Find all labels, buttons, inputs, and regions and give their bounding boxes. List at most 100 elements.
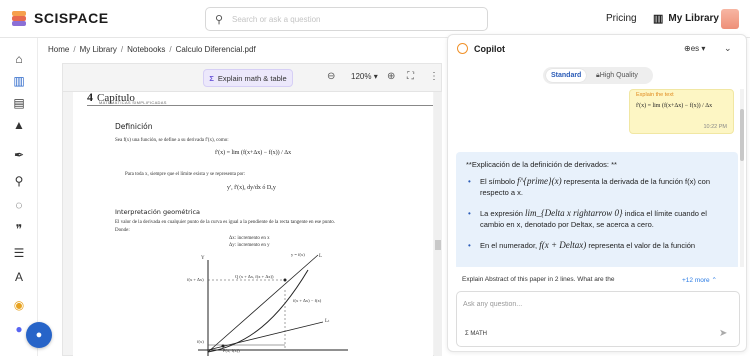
pdf-viewer: Σ Explain math & table ⊖ 120% ▾ ⊕ ⛶ ⋮ 4C… — [62, 63, 442, 356]
math-toggle[interactable]: Σ MATH — [465, 331, 487, 337]
chat-scrollbar[interactable] — [739, 89, 745, 267]
graph-label-diff: f(x + Δx) − f(x) — [293, 298, 322, 303]
chat-scroll-thumb[interactable] — [740, 109, 744, 161]
user-icon: ● — [35, 329, 43, 341]
search-input[interactable] — [232, 11, 477, 27]
paragraph-3: El valor de la derivada en cualquier pun… — [115, 220, 336, 225]
more-suggestions-label: +12 more — [682, 277, 710, 284]
chrome-icon[interactable]: ◉ — [9, 296, 29, 314]
list-item: La expresión lim_{Delta x rightarrow 0} … — [468, 208, 730, 230]
sigma-icon: Σ — [209, 73, 214, 83]
chapter-number: 4 — [87, 92, 93, 104]
app-root: SCISPACE ⚲ Pricing ▥ My Library ⌂ ▥ ▤ ▲ ✒ ⚲ ◌ ❞… — [0, 0, 750, 356]
list-item: En el numerador, f(x + Deltax) represent… — [468, 240, 730, 251]
language-select[interactable]: ⊕es ▾ — [684, 44, 705, 53]
my-library-button[interactable]: ▥ My Library — [653, 12, 719, 25]
list-icon[interactable]: ☰ — [9, 244, 29, 262]
search-icon[interactable]: ⚲ — [9, 172, 29, 190]
chat-icon[interactable]: ◌ — [9, 196, 29, 214]
send-icon[interactable]: ➤ — [719, 328, 727, 339]
quote-icon[interactable]: ❞ — [9, 220, 29, 238]
chat-thread: Explain the text f'(x) = lim (f(x+Δx) − … — [456, 89, 738, 267]
more-suggestions-button[interactable]: +12 more ⌃ — [682, 276, 717, 284]
paragraph-1: Sea f(x) una función, se define a su der… — [115, 138, 229, 143]
viewer-scroll-thumb[interactable] — [435, 240, 441, 250]
formula-2: y', f'(x), dy/dx ó Dₓy — [227, 185, 276, 191]
question-input[interactable] — [463, 298, 703, 310]
copilot-title: Copilot — [474, 44, 505, 54]
user-message: Explain the text f'(x) = lim (f(x+Δx) − … — [629, 89, 734, 134]
library-icon[interactable]: ▥ — [9, 72, 29, 90]
list-item: El símbolo f^{prime}(x) representa la de… — [468, 176, 730, 198]
section-definicion: Definición — [115, 122, 153, 131]
graph-label-L: L — [319, 254, 323, 259]
viewer-toolbar: Σ Explain math & table ⊖ 120% ▾ ⊕ ⛶ ⋮ — [63, 64, 441, 92]
zoom-value: 120% — [351, 72, 372, 81]
fullscreen-icon[interactable]: ⛶ — [407, 71, 414, 82]
logo[interactable]: SCISPACE — [10, 9, 109, 27]
mode-high-quality[interactable]: 🔒︎High Quality — [591, 69, 643, 82]
suggestion-text[interactable]: Explain Abstract of this paper in 2 line… — [462, 276, 614, 283]
help-fab-button[interactable]: ● — [26, 322, 52, 348]
copilot-header: Copilot ⊕es ▾ ⌄ — [448, 35, 746, 63]
item-pre: En el numerador, — [480, 241, 540, 250]
library-icon: ▥ — [653, 13, 664, 25]
item-post: representa el valor de la función — [586, 241, 696, 250]
sigma-icon: Σ — [465, 331, 469, 337]
breadcrumb-file: Calculo Diferencial.pdf — [175, 45, 256, 54]
pricing-link[interactable]: Pricing — [606, 13, 637, 24]
avatar[interactable] — [721, 9, 739, 29]
legend-dx: Δx: incremento en x — [229, 236, 270, 241]
explain-math-label: Explain math & table — [217, 73, 287, 83]
item-math: f^{prime}(x) — [517, 176, 562, 186]
user-message-formula: f'(x) = lim (f(x+Δx) − f(x)) / Δx — [636, 103, 713, 109]
top-bar: SCISPACE ⚲ Pricing ▥ My Library — [0, 0, 750, 38]
breadcrumb: Home / My Library / Notebooks / Calculo Difere… — [48, 45, 256, 54]
suggestion-bar[interactable]: Explain Abstract of this paper in 2 line… — [456, 273, 740, 287]
section-interpretacion: Interpretación geométrica — [115, 208, 201, 216]
viewer-scrollbar[interactable] — [434, 92, 442, 356]
assistant-intro: **Explicación de la definición de deriva… — [466, 160, 617, 169]
item-math: f(x + Deltax) — [539, 240, 587, 250]
assistant-message: **Explicación de la definición de deriva… — [456, 152, 738, 267]
ai-detect-icon[interactable]: A — [9, 268, 29, 286]
globe-icon: ⊕ — [684, 44, 691, 53]
more-options-icon[interactable]: ⋮ — [429, 71, 439, 82]
pen-icon[interactable]: ✒ — [9, 146, 29, 164]
zoom-select[interactable]: 120% ▾ — [351, 72, 378, 81]
paragraph-4: Donde: — [115, 228, 130, 233]
paragraph-2: Para toda x, siempre que el límite exist… — [125, 172, 246, 177]
graph-label-fx: f(x) — [197, 339, 204, 344]
mode-toggle: Standard 🔒︎High Quality — [543, 67, 653, 84]
breadcrumb-home[interactable]: Home — [48, 45, 69, 54]
copilot-panel: Copilot ⊕es ▾ ⌄ Standard 🔒︎High Quality … — [447, 34, 747, 352]
chat-composer: Σ MATH ➤ — [456, 291, 740, 347]
tangent-graph — [198, 254, 348, 356]
left-rail: ⌂ ▥ ▤ ▲ ✒ ⚲ ◌ ❞ ☰ A ◉ ● — [0, 38, 38, 356]
user-message-label: Explain the text — [636, 92, 674, 98]
brand-name: SCISPACE — [34, 10, 109, 26]
item-pre: La expresión — [480, 209, 526, 218]
search-box[interactable]: ⚲ — [205, 7, 488, 31]
graph-label-yfx: y = f(x) — [291, 252, 305, 257]
zoom-out-icon[interactable]: ⊖ — [327, 71, 335, 82]
collapse-chevron-icon[interactable]: ⌄ — [724, 43, 732, 54]
search-icon: ⚲ — [215, 14, 224, 26]
formula-1: f'(x) = lim (f(x+Δx) − f(x)) / Δx — [215, 150, 292, 156]
zoom-in-icon[interactable]: ⊕ — [387, 71, 395, 82]
home-icon[interactable]: ⌂ — [9, 50, 29, 68]
graph-label-fxdx: f(x + Δx) — [187, 277, 204, 282]
breadcrumb-library[interactable]: My Library — [80, 45, 117, 54]
graduation-cap-icon[interactable]: ▲ — [9, 116, 29, 134]
notebook-icon[interactable]: ▤ — [9, 94, 29, 112]
chapter-rule — [87, 105, 433, 106]
graph-label-P: P(x, f(x)) — [223, 348, 240, 353]
pdf-page: 4 Capítulo MATEMÁTICAS SIMPLIFICADAS Defi… — [73, 92, 433, 356]
explain-math-button[interactable]: Σ Explain math & table — [203, 69, 293, 87]
graph-label-Y: Y — [201, 256, 205, 261]
breadcrumb-notebooks[interactable]: Notebooks — [127, 45, 165, 54]
graph-label-Lt: Lₜ — [325, 319, 330, 324]
my-library-label: My Library — [668, 13, 719, 24]
mode-standard[interactable]: Standard — [546, 69, 587, 82]
math-label: MATH — [470, 331, 487, 337]
